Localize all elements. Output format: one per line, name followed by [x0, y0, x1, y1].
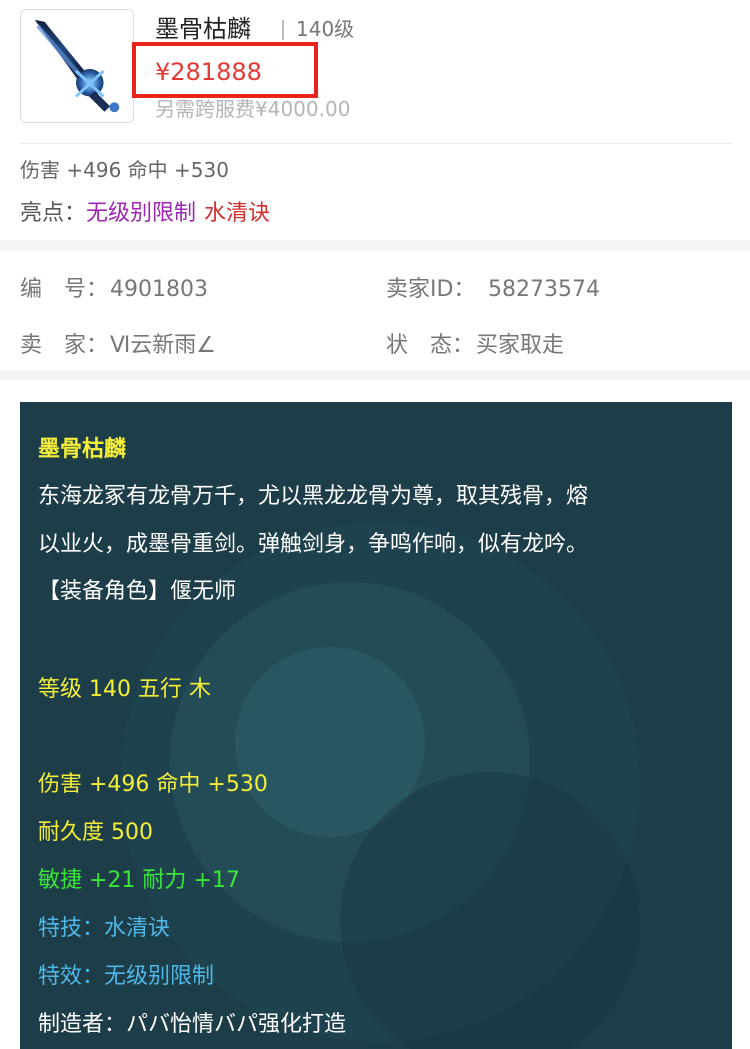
seller-value: Ⅵ云新雨∠ — [110, 333, 217, 358]
seller-id-label: 卖家ID： — [386, 277, 476, 302]
item-price: ¥281888 — [155, 58, 262, 86]
sword-icon — [21, 10, 133, 122]
cross-server-fee: 另需跨服费¥4000.00 — [155, 97, 351, 121]
desc-lore-line: 东海龙冢有龙骨万千，尤以黑龙龙骨为尊，取其残骨，熔 — [38, 484, 589, 509]
section-gap — [0, 370, 750, 380]
desc-skill: 特技：水清诀 — [38, 916, 171, 941]
item-name: 墨骨枯麟 — [155, 15, 251, 43]
desc-role: 【装备角色】偃无师 — [38, 579, 237, 604]
highlights-label: 亮点： — [20, 201, 87, 226]
desc-durability: 耐久度 500 — [38, 820, 153, 845]
desc-effect: 特效：无级别限制 — [38, 964, 215, 989]
desc-level-element: 等级 140 五行 木 — [38, 677, 211, 702]
divider — [282, 20, 284, 40]
item-thumbnail[interactable] — [20, 9, 134, 123]
item-level: 140级 — [296, 17, 355, 41]
status-value: 买家取走 — [476, 333, 565, 358]
divider — [20, 143, 732, 144]
item-description-panel: 墨骨枯麟 东海龙冢有龙骨万千，尤以黑龙龙骨为尊，取其残骨，熔 以业火，成墨骨重剑… — [20, 402, 732, 1049]
desc-lore-line: 以业火，成墨骨重剑。弹触剑身，争鸣作响，似有龙吟。 — [38, 532, 589, 557]
desc-title: 墨骨枯麟 — [38, 437, 127, 462]
id-value: 4901803 — [110, 277, 208, 302]
stats-summary: 伤害 +496 命中 +530 — [20, 158, 229, 182]
item-header: 墨骨枯麟 140级 ¥281888 另需跨服费¥4000.00 — [0, 0, 750, 143]
desc-damage: 伤害 +496 命中 +530 — [38, 772, 268, 797]
section-gap — [0, 240, 750, 250]
desc-attributes: 敏捷 +21 耐力 +17 — [38, 868, 240, 893]
highlight-tag-no-level-limit: 无级别限制 — [86, 201, 197, 226]
status-label: 状 态： — [386, 333, 475, 358]
id-label: 编 号： — [20, 277, 109, 302]
highlight-tag-skill: 水清诀 — [204, 201, 271, 226]
seller-label: 卖 家： — [20, 333, 109, 358]
seller-id-value: 58273574 — [488, 277, 600, 302]
highlights-row: 亮点：无级别限制 水清诀 — [20, 199, 270, 229]
desc-maker: 制造者：パバ怡情バパ强化打造 — [38, 1012, 347, 1037]
